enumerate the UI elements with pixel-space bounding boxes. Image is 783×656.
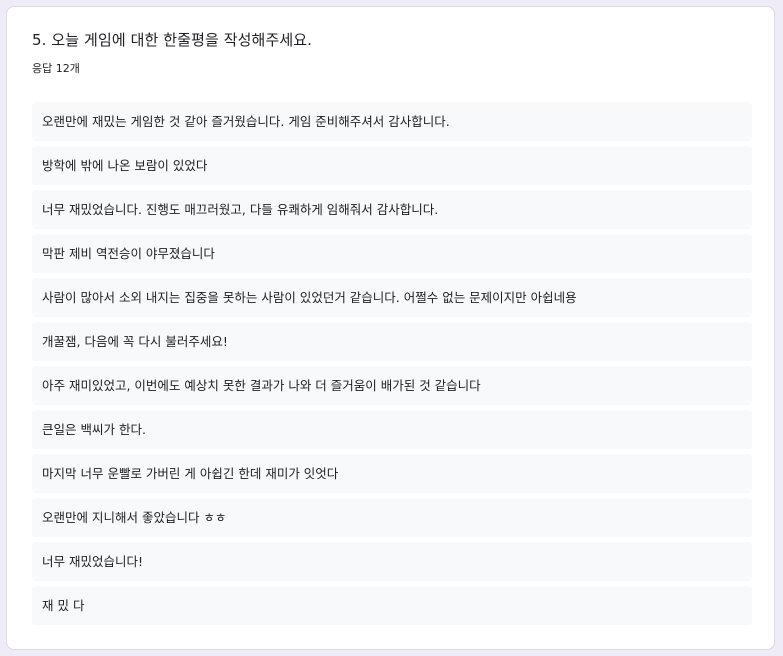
question-summary-card: 5. 오늘 게임에 대한 한줄평을 작성해주세요. 응답 12개 오랜만에 재밌… <box>6 6 775 650</box>
answer-item: 큰일은 백씨가 한다. <box>32 410 752 449</box>
answer-item: 너무 재밌었습니다. 진행도 매끄러웠고, 다들 유쾌하게 임해줘서 감사합니다… <box>32 190 752 229</box>
answer-item: 오랜만에 지니해서 좋았습니다 ㅎㅎ <box>32 498 752 537</box>
answer-item: 마지막 너무 운빨로 가버린 게 아쉽긴 한데 재미가 잇엇다 <box>32 454 752 493</box>
answer-item: 막판 제비 역전승이 야무졌습니다 <box>32 234 752 273</box>
answer-item: 방학에 밖에 나온 보람이 있었다 <box>32 146 752 185</box>
answer-item: 개꿀잼, 다음에 꼭 다시 불러주세요! <box>32 322 752 361</box>
answer-item: 사람이 많아서 소외 내지는 집중을 못하는 사람이 있었던거 같습니다. 어쩔… <box>32 278 752 317</box>
answer-item: 아주 재미있었고, 이번에도 예상치 못한 결과가 나와 더 즐거움이 배가된 … <box>32 366 752 405</box>
response-count: 응답 12개 <box>32 62 80 75</box>
answer-item: 너무 재밌었습니다! <box>32 542 752 581</box>
question-title: 5. 오늘 게임에 대한 한줄평을 작성해주세요. <box>32 31 313 49</box>
answer-item: 오랜만에 재밌는 게임한 것 같아 즐거웠습니다. 게임 준비해주셔서 감사합니… <box>32 102 752 141</box>
answer-item: 재 밌 다 <box>32 586 752 625</box>
answer-list: 오랜만에 재밌는 게임한 것 같아 즐거웠습니다. 게임 준비해주셔서 감사합니… <box>32 102 752 630</box>
